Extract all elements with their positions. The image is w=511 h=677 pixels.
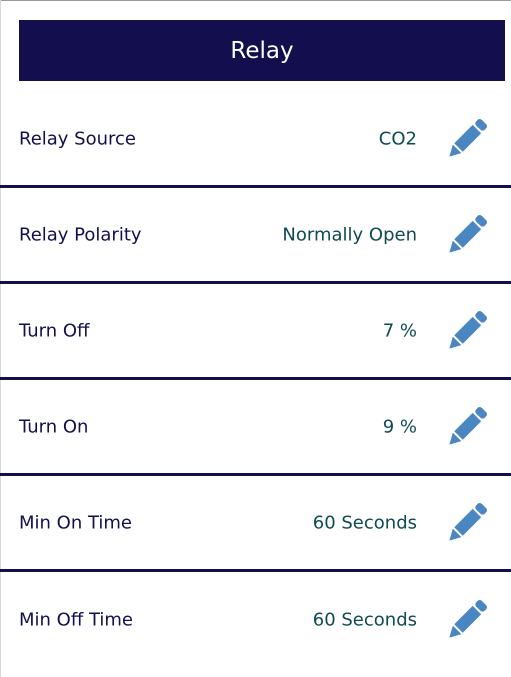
setting-value: 60 Seconds bbox=[312, 512, 417, 533]
setting-value: 9 % bbox=[382, 416, 417, 437]
edit-turn-off-button[interactable] bbox=[440, 304, 494, 358]
edit-turn-on-button[interactable] bbox=[440, 400, 494, 454]
setting-row-turn-on: Turn On 9 % bbox=[0, 380, 511, 476]
pencil-icon bbox=[449, 310, 487, 349]
setting-row-relay-source: Relay Source CO2 bbox=[0, 92, 511, 188]
settings-list: Relay Source CO2 Relay Polarity Normally… bbox=[0, 92, 511, 668]
setting-value: 60 Seconds bbox=[312, 609, 417, 631]
pencil-icon bbox=[449, 406, 487, 445]
edit-relay-source-button[interactable] bbox=[440, 112, 494, 166]
setting-label: Relay Polarity bbox=[19, 224, 142, 245]
page-title: Relay bbox=[230, 37, 294, 64]
setting-row-min-on-time: Min On Time 60 Seconds bbox=[0, 476, 511, 572]
pencil-icon bbox=[449, 214, 487, 253]
setting-label: Min Off Time bbox=[19, 609, 134, 631]
setting-value: Normally Open bbox=[282, 224, 417, 245]
setting-value: CO2 bbox=[378, 128, 417, 149]
setting-label: Turn Off bbox=[19, 320, 90, 341]
setting-label: Min On Time bbox=[19, 512, 133, 533]
setting-row-relay-polarity: Relay Polarity Normally Open bbox=[0, 188, 511, 284]
pencil-icon bbox=[449, 502, 487, 541]
page-header: Relay bbox=[19, 20, 505, 81]
pencil-icon bbox=[449, 118, 487, 157]
edit-min-off-time-button[interactable] bbox=[440, 593, 494, 647]
edit-min-on-time-button[interactable] bbox=[440, 496, 494, 550]
setting-row-min-off-time: Min Off Time 60 Seconds bbox=[0, 572, 511, 668]
window-top-border bbox=[0, 0, 511, 1]
setting-label: Relay Source bbox=[19, 128, 136, 149]
edit-relay-polarity-button[interactable] bbox=[440, 208, 494, 262]
setting-value: 7 % bbox=[382, 320, 417, 341]
pencil-icon bbox=[449, 600, 487, 638]
setting-row-turn-off: Turn Off 7 % bbox=[0, 284, 511, 380]
setting-label: Turn On bbox=[19, 416, 89, 437]
